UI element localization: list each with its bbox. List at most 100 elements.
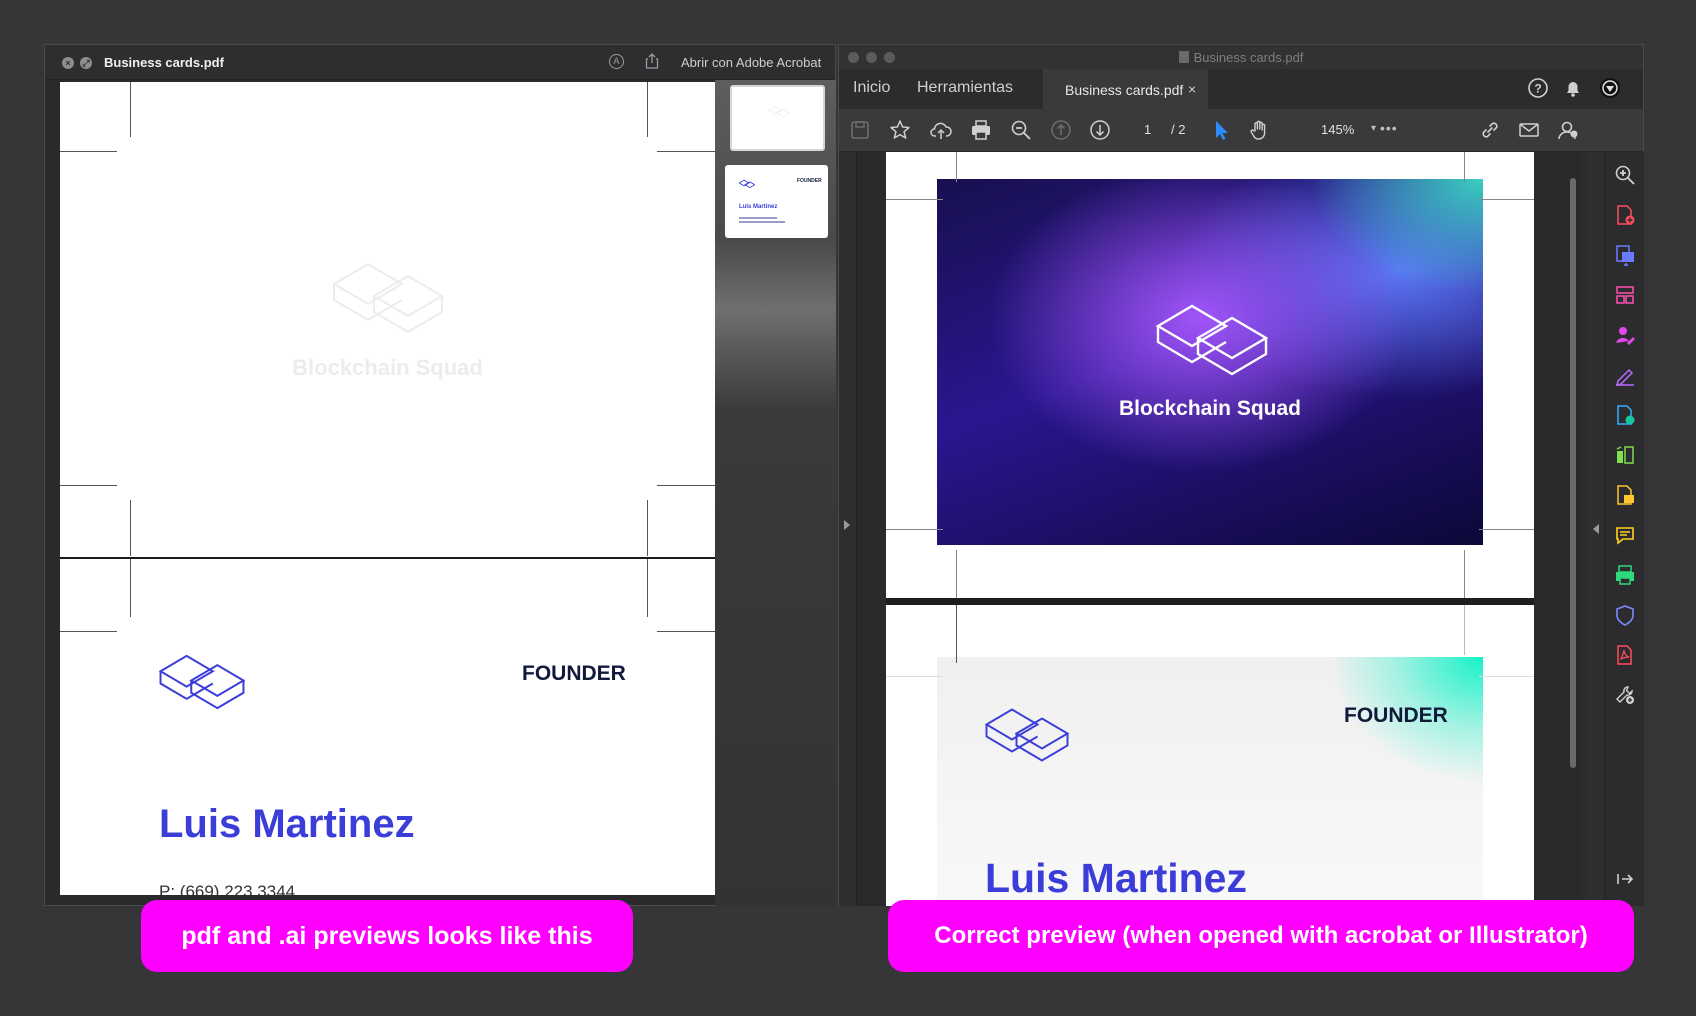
close-icon[interactable]: × bbox=[62, 57, 74, 69]
scan-ocr-icon[interactable] bbox=[1614, 564, 1636, 586]
window-title: Business cards.pdf bbox=[839, 50, 1643, 65]
share-icon[interactable] bbox=[645, 53, 659, 69]
tab-document[interactable]: Business cards.pdf × bbox=[1043, 69, 1208, 109]
pdf-page-1: Blockchain Squad bbox=[886, 152, 1534, 598]
zoom-in-icon[interactable] bbox=[1614, 164, 1636, 186]
document-view[interactable]: Blockchain Squad FOUNDER Luis Martinez bbox=[839, 152, 1580, 906]
card-front: Blockchain Squad bbox=[937, 179, 1483, 545]
link-icon[interactable] bbox=[1479, 119, 1501, 141]
crop-mark bbox=[1464, 605, 1465, 655]
fill-sign-icon[interactable] bbox=[1614, 364, 1636, 386]
more-tools-icon[interactable] bbox=[1614, 684, 1636, 706]
protect-icon[interactable] bbox=[1614, 604, 1636, 626]
tab-tools[interactable]: Herramientas bbox=[917, 79, 1013, 97]
markup-icon[interactable]: A bbox=[609, 54, 624, 69]
page-up-icon[interactable] bbox=[1050, 119, 1072, 141]
thumb-name: Luis Martinez bbox=[739, 204, 778, 210]
compare-files-icon[interactable] bbox=[1614, 444, 1636, 466]
quicklook-titlebar: × ⤢ Business cards.pdf A Abrir con Adobe… bbox=[45, 45, 835, 80]
right-panel-toggle[interactable] bbox=[1588, 152, 1604, 906]
crop-mark bbox=[1464, 550, 1465, 598]
crop-mark bbox=[647, 559, 648, 617]
quicklook-window: × ⤢ Business cards.pdf A Abrir con Adobe… bbox=[44, 44, 836, 906]
profile-icon[interactable] bbox=[1599, 77, 1621, 99]
zoom-level[interactable]: 145% bbox=[1321, 122, 1354, 137]
thumb-text-line bbox=[739, 217, 777, 219]
document-icon bbox=[1178, 51, 1189, 63]
left-panel-toggle[interactable] bbox=[839, 152, 857, 906]
star-icon[interactable] bbox=[889, 119, 911, 141]
person-name: Luis Martinez bbox=[985, 855, 1247, 901]
brand-logo-icon bbox=[985, 708, 1069, 762]
save-icon[interactable] bbox=[849, 119, 871, 141]
cloud-upload-icon[interactable] bbox=[930, 119, 952, 141]
crop-mark bbox=[1464, 152, 1465, 182]
brand-logo-icon bbox=[159, 654, 245, 710]
vertical-scrollbar[interactable] bbox=[1570, 178, 1576, 768]
acrobat-pdf-icon[interactable] bbox=[1614, 644, 1636, 666]
crop-mark bbox=[657, 151, 715, 152]
zoom-out-icon[interactable] bbox=[1010, 119, 1032, 141]
page-thumbnail-2[interactable]: FOUNDER Luis Martinez bbox=[725, 165, 828, 238]
close-icon[interactable]: × bbox=[1188, 81, 1196, 97]
collapse-panel-icon[interactable] bbox=[1614, 868, 1636, 890]
phone-text: P: (669) 223 3344 bbox=[159, 882, 296, 895]
crop-mark bbox=[886, 529, 943, 530]
caption-left: pdf and .ai previews looks like this bbox=[141, 900, 633, 972]
card-back: FOUNDER Luis Martinez bbox=[937, 657, 1483, 906]
chevron-right-icon[interactable] bbox=[844, 520, 850, 530]
svg-text:?: ? bbox=[1534, 82, 1541, 96]
crop-mark bbox=[657, 485, 715, 486]
role-label: FOUNDER bbox=[522, 662, 626, 685]
print-icon[interactable] bbox=[970, 119, 992, 141]
hand-icon[interactable] bbox=[1248, 119, 1270, 141]
crop-mark bbox=[956, 605, 957, 663]
export-pdf-icon[interactable] bbox=[1614, 244, 1636, 266]
crop-mark bbox=[1479, 676, 1534, 677]
pointer-icon[interactable] bbox=[1210, 119, 1232, 141]
more-options-icon[interactable]: ••• bbox=[1380, 120, 1398, 136]
crop-mark bbox=[60, 151, 117, 152]
comment-icon[interactable] bbox=[1614, 524, 1636, 546]
page-gap bbox=[886, 598, 1534, 605]
crop-mark bbox=[956, 550, 957, 598]
acrobat-titlebar: Business cards.pdf bbox=[839, 45, 1643, 69]
thumb-text-line bbox=[739, 221, 785, 223]
help-icon[interactable]: ? bbox=[1527, 77, 1549, 99]
fullscreen-icon[interactable]: ⤢ bbox=[80, 57, 92, 69]
crop-mark bbox=[1479, 199, 1534, 200]
crop-mark bbox=[657, 631, 715, 632]
crop-mark bbox=[130, 82, 131, 137]
page-down-icon[interactable] bbox=[1089, 119, 1111, 141]
page-number-input[interactable]: 1 bbox=[1144, 122, 1151, 137]
open-with-acrobat-button[interactable]: Abrir con Adobe Acrobat bbox=[681, 55, 821, 70]
quicklook-filename: Business cards.pdf bbox=[104, 55, 224, 70]
organize-pages-icon[interactable] bbox=[1614, 284, 1636, 306]
create-pdf-icon[interactable] bbox=[1614, 204, 1636, 226]
edit-pdf-icon[interactable] bbox=[1614, 404, 1636, 426]
chevron-left-icon[interactable] bbox=[1593, 524, 1599, 534]
brand-logo-icon bbox=[768, 105, 790, 117]
account-icon[interactable] bbox=[1557, 119, 1579, 141]
brand-logo-icon bbox=[1156, 304, 1268, 376]
export-comments-icon[interactable] bbox=[1614, 484, 1636, 506]
mail-icon[interactable] bbox=[1518, 119, 1540, 141]
tab-home[interactable]: Inicio bbox=[853, 79, 890, 97]
crop-mark bbox=[886, 676, 943, 677]
role-label: FOUNDER bbox=[1344, 704, 1448, 727]
bell-icon[interactable] bbox=[1562, 77, 1584, 99]
crop-mark bbox=[130, 500, 131, 556]
acrobat-toolbar: 1 / 2 145% ▾ ••• bbox=[839, 109, 1643, 152]
thumb-role: FOUNDER bbox=[797, 178, 822, 184]
window-title-text: Business cards.pdf bbox=[1193, 50, 1304, 65]
crop-mark bbox=[647, 82, 648, 137]
pdf-page-2: FOUNDER Luis Martinez bbox=[886, 605, 1534, 906]
chevron-down-icon[interactable]: ▾ bbox=[1371, 123, 1376, 134]
request-signatures-icon[interactable] bbox=[1614, 324, 1636, 346]
brand-name-faint: Blockchain Squad bbox=[292, 355, 483, 380]
page-separator bbox=[60, 557, 715, 559]
crop-mark bbox=[956, 152, 957, 182]
tools-panel bbox=[1604, 152, 1644, 906]
page-thumbnail-1[interactable] bbox=[730, 85, 825, 151]
crop-mark bbox=[130, 559, 131, 617]
